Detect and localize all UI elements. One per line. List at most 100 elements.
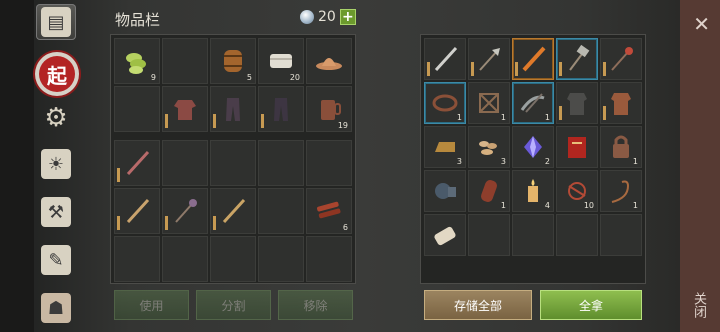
container-slot[interactable]: 1 xyxy=(424,82,466,124)
ingot-icon xyxy=(435,142,455,152)
slot-count: 1 xyxy=(500,113,506,122)
container-slot[interactable] xyxy=(424,170,466,212)
durability-bar xyxy=(165,216,168,230)
durability-bar xyxy=(165,114,168,128)
inventory-grid-top: 9 5 20 19 xyxy=(114,38,352,132)
container-slot[interactable]: 1 xyxy=(512,82,554,124)
inventory-slot[interactable] xyxy=(306,140,352,186)
scroll-bundle-icon xyxy=(434,226,456,246)
slot-count: 9 xyxy=(150,73,156,82)
container-slot[interactable]: 2 xyxy=(512,126,554,168)
slot-count: 2 xyxy=(544,157,550,166)
inventory-slot[interactable] xyxy=(306,38,352,84)
container-slot[interactable]: 4 xyxy=(512,170,554,212)
slot-count: 1 xyxy=(544,113,550,122)
container-slot[interactable] xyxy=(556,214,598,256)
inventory-slot[interactable] xyxy=(162,236,208,282)
durability-bar xyxy=(559,62,562,76)
container-slot[interactable] xyxy=(512,214,554,256)
side-tab-backpack[interactable]: ▤ xyxy=(36,4,76,40)
container-slot[interactable]: 1 xyxy=(468,170,510,212)
collar-icon xyxy=(432,94,458,112)
slot-count: 20 xyxy=(289,73,300,82)
side-tab-tools[interactable]: ⚒ xyxy=(38,194,74,230)
container-slot[interactable] xyxy=(600,82,642,124)
container-slot[interactable] xyxy=(468,38,510,80)
container-slot[interactable]: 1 xyxy=(600,126,642,168)
backpack-icon: ▤ xyxy=(41,7,71,37)
inventory-slot[interactable] xyxy=(258,188,304,234)
close-panel[interactable]: ✕ 关闭 xyxy=(680,0,720,332)
container-slot[interactable] xyxy=(556,38,598,80)
sun-journal-icon: ☀ xyxy=(41,149,71,179)
close-icon[interactable]: ✕ xyxy=(693,12,710,36)
currency-display: 20 + xyxy=(300,9,356,25)
inventory-slot[interactable] xyxy=(258,86,304,132)
side-tab-character[interactable]: ☗ xyxy=(38,290,74,326)
container-slot[interactable] xyxy=(556,126,598,168)
crossbow-icon xyxy=(520,93,545,113)
gear-part-icon xyxy=(435,183,456,199)
inventory-slot[interactable] xyxy=(210,140,256,186)
take-all-button[interactable]: 全拿 xyxy=(540,290,642,320)
container-slot[interactable] xyxy=(512,38,554,80)
slot-count: 4 xyxy=(544,201,550,210)
inventory-slot[interactable]: 9 xyxy=(114,38,160,84)
container-slot[interactable] xyxy=(600,38,642,80)
remove-button[interactable]: 移除 xyxy=(278,290,353,320)
rope-icon xyxy=(611,180,630,203)
durability-bar xyxy=(559,106,562,120)
inventory-slot[interactable] xyxy=(210,188,256,234)
inventory-slot[interactable] xyxy=(162,188,208,234)
inventory-slot[interactable]: 6 xyxy=(306,188,352,234)
inventory-slot[interactable] xyxy=(162,140,208,186)
inventory-slot[interactable] xyxy=(114,86,160,132)
container-slot[interactable] xyxy=(468,214,510,256)
inventory-slot[interactable]: 19 xyxy=(306,86,352,132)
container-grid: 1 1 1 3 3 2 1 1 4 10 1 xyxy=(424,38,642,256)
container-slot[interactable] xyxy=(424,214,466,256)
inventory-slot[interactable] xyxy=(114,140,160,186)
slot-count: 1 xyxy=(632,157,638,166)
split-button[interactable]: 分割 xyxy=(196,290,271,320)
durability-bar xyxy=(603,62,606,76)
store-all-button[interactable]: 存储全部 xyxy=(424,290,532,320)
inventory-slot[interactable]: 5 xyxy=(210,38,256,84)
inventory-slot[interactable] xyxy=(210,236,256,282)
durability-bar xyxy=(603,106,606,120)
qi-icon: 起 xyxy=(39,56,75,92)
grain-icon xyxy=(479,141,497,155)
container-slot[interactable]: 1 xyxy=(600,170,642,212)
side-tab-map[interactable]: ✎ xyxy=(38,242,74,278)
use-button[interactable]: 使用 xyxy=(114,290,189,320)
slot-count: 3 xyxy=(500,157,506,166)
inventory-slot[interactable] xyxy=(258,236,304,282)
container-slot[interactable]: 3 xyxy=(468,126,510,168)
durability-bar xyxy=(515,62,518,76)
inventory-slot[interactable] xyxy=(306,236,352,282)
container-slot[interactable] xyxy=(556,82,598,124)
container-slot[interactable]: 3 xyxy=(424,126,466,168)
add-currency-button[interactable]: + xyxy=(339,9,356,25)
cog-tree-icon: ⚙ xyxy=(44,103,68,133)
inventory-slot[interactable] xyxy=(210,86,256,132)
inventory-slot[interactable] xyxy=(258,140,304,186)
container-slot[interactable]: 1 xyxy=(468,82,510,124)
inventory-slot[interactable] xyxy=(114,188,160,234)
side-tab-buildings[interactable]: ⚙ xyxy=(38,100,74,136)
mace-icon xyxy=(175,199,197,223)
side-tab-journal[interactable]: ☀ xyxy=(38,146,74,182)
side-tab-crafting-main[interactable]: 起 xyxy=(35,52,79,96)
container-slot[interactable]: 10 xyxy=(556,170,598,212)
durability-bar xyxy=(427,62,430,76)
red-sword-icon xyxy=(126,150,150,176)
inventory-slot[interactable]: 20 xyxy=(258,38,304,84)
lock-icon xyxy=(613,135,629,158)
inventory-slot[interactable] xyxy=(162,86,208,132)
inventory-slot[interactable] xyxy=(114,236,160,282)
slot-count: 1 xyxy=(632,201,638,210)
container-slot[interactable] xyxy=(600,214,642,256)
container-slot[interactable] xyxy=(424,38,466,80)
inventory-slot[interactable] xyxy=(162,38,208,84)
durability-bar xyxy=(117,216,120,230)
